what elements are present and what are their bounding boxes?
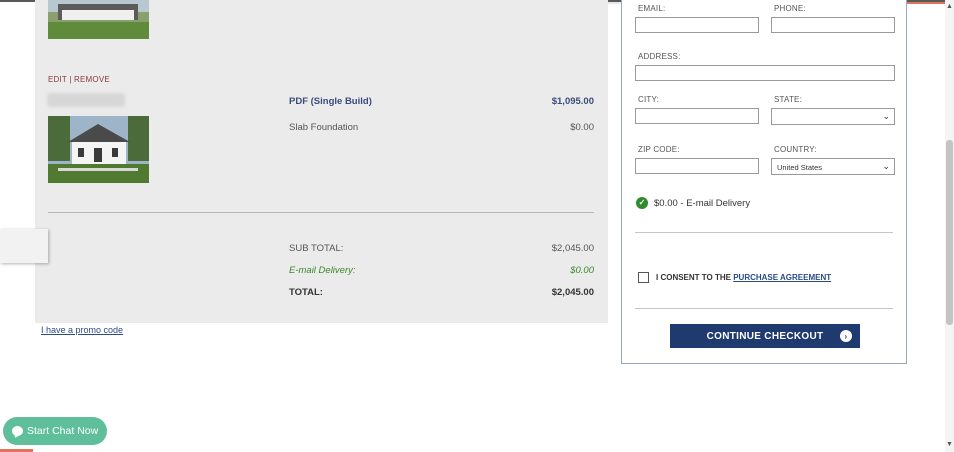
edit-link[interactable]: EDIT	[48, 75, 67, 84]
city-field[interactable]	[635, 108, 759, 124]
billing-form: EMAIL: PHONE: ADDRESS: CITY: STATE: ⌄ ZI…	[621, 0, 907, 364]
city-label: CITY:	[638, 95, 660, 104]
subtotal-value: $2,045.00	[551, 243, 594, 254]
delivery-value: $0.00	[570, 265, 594, 276]
total-label: TOTAL:	[289, 287, 323, 298]
edit-remove-links: EDIT | REMOVE	[48, 75, 110, 84]
chevron-down-icon: ⌄	[882, 161, 890, 171]
state-select[interactable]: ⌄	[771, 108, 895, 125]
item-name-pdf: PDF (Single Build)	[289, 96, 372, 107]
scroll-up-arrow-icon[interactable]: ▲	[946, 3, 953, 10]
scroll-down-arrow-icon[interactable]: ▼	[946, 441, 953, 448]
email-field[interactable]	[635, 17, 759, 33]
country-select-value: United States	[777, 163, 823, 172]
address-label: ADDRESS:	[638, 52, 681, 61]
country-select[interactable]: United States ⌄	[771, 158, 895, 175]
item-name-foundation: Slab Foundation	[289, 122, 359, 133]
check-circle-icon: ✓	[636, 197, 648, 209]
item-price-pdf: $1,095.00	[551, 96, 594, 107]
phone-field[interactable]	[771, 17, 895, 33]
state-label: STATE:	[774, 95, 803, 104]
consent-checkbox[interactable]	[638, 272, 649, 283]
continue-checkout-button[interactable]: CONTINUE CHECKOUT ›	[670, 324, 860, 348]
blurred-plan-name	[47, 93, 125, 107]
country-label: COUNTRY:	[774, 145, 817, 154]
zip-label: ZIP CODE:	[638, 145, 680, 154]
cart-panel: EDIT | REMOVE PDF (Single Build) $1,095.…	[35, 0, 608, 323]
arrow-right-circle-icon: ›	[840, 330, 852, 342]
address-field[interactable]	[635, 65, 895, 81]
subtotal-label: SUB TOTAL:	[289, 243, 344, 254]
promo-code-link[interactable]: I have a promo code	[41, 325, 123, 335]
house-thumbnail-1	[48, 0, 149, 39]
form-divider	[635, 232, 893, 233]
remove-link[interactable]: REMOVE	[74, 75, 110, 84]
house-thumbnail-2	[48, 116, 149, 183]
consent-row: I CONSENT TO THE PURCHASE AGREEMENT	[638, 272, 831, 283]
phone-label: PHONE:	[774, 4, 806, 13]
total-value: $2,045.00	[551, 287, 594, 298]
start-chat-button[interactable]: Start Chat Now	[3, 417, 107, 445]
delivery-label: E-mail Delivery:	[289, 265, 356, 276]
side-card	[0, 229, 48, 263]
email-label: EMAIL:	[638, 4, 666, 13]
delivery-text: $0.00 - E-mail Delivery	[654, 197, 751, 209]
continue-checkout-label: CONTINUE CHECKOUT	[706, 330, 824, 342]
start-chat-label: Start Chat Now	[27, 425, 99, 437]
link-separator: |	[69, 75, 72, 84]
scrollbar-thumb[interactable]	[946, 140, 953, 325]
chat-bubble-icon	[12, 426, 23, 436]
form-divider	[635, 308, 893, 309]
chevron-down-icon: ⌄	[882, 111, 890, 121]
consent-text: I CONSENT TO THE	[656, 273, 731, 282]
purchase-agreement-link[interactable]: PURCHASE AGREEMENT	[733, 273, 831, 282]
cart-divider	[48, 212, 594, 213]
delivery-option: ✓ $0.00 - E-mail Delivery	[636, 197, 750, 209]
item-price-foundation: $0.00	[570, 122, 594, 133]
zip-field[interactable]	[635, 158, 759, 174]
